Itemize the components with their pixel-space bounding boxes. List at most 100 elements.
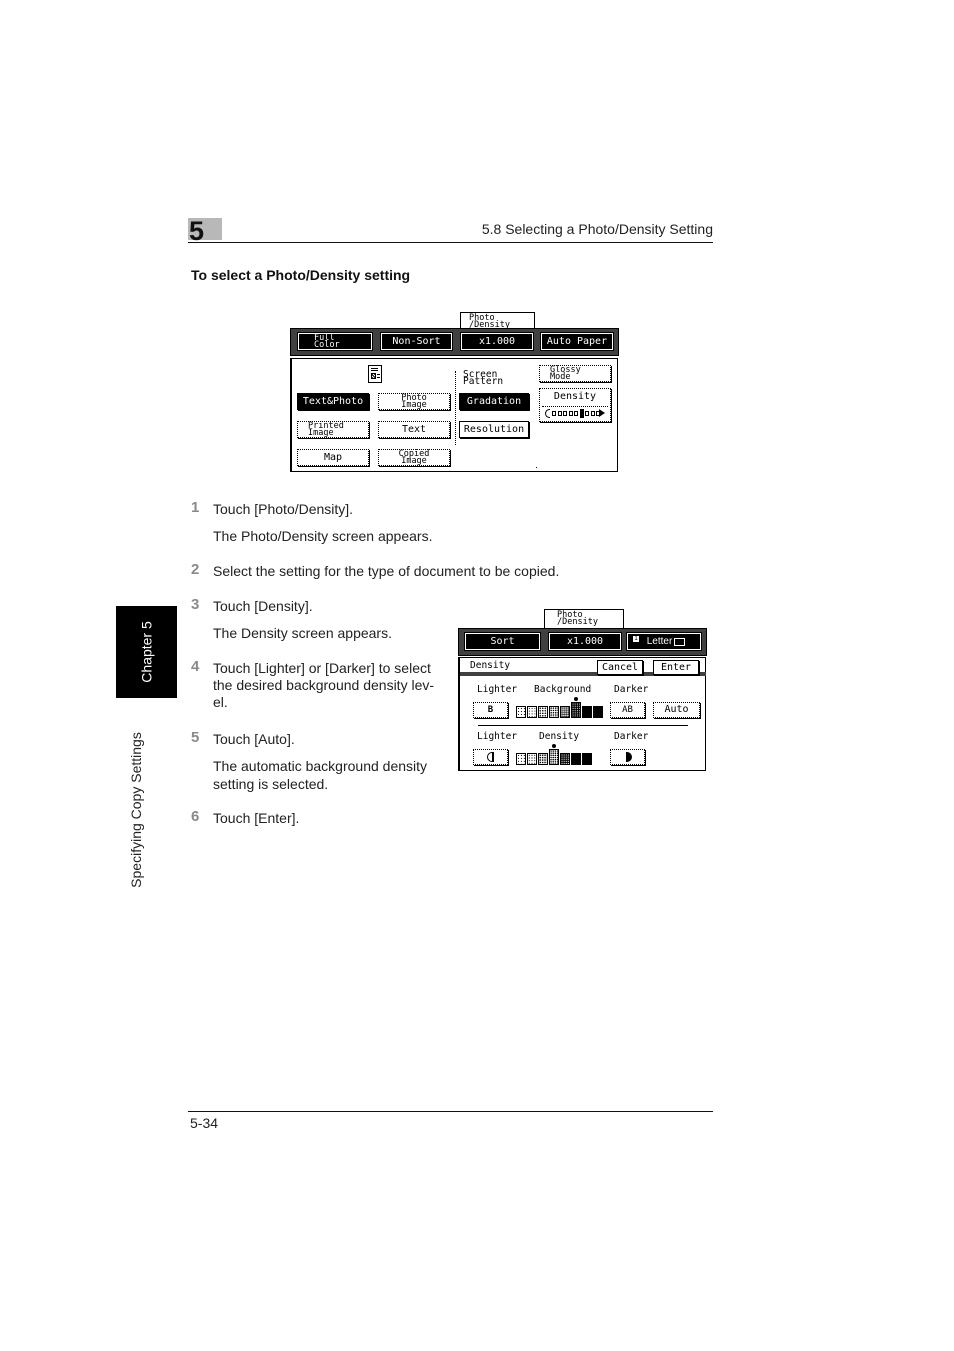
section-side-text: Specifying Copy Settings [128,732,145,888]
printed-image-button[interactable]: Printed Image [297,421,369,438]
step-5-text: Touch [Auto]. [213,731,295,747]
density-panel: Density Cancel Enter Lighter Background … [458,657,706,771]
density-step [552,411,556,416]
auto-paper-label: Auto Paper [546,335,608,347]
section-side-label: Specifying Copy Settings [116,715,196,905]
zoom-ratio-label-2: x1.000 [566,635,604,647]
step-4-number: 4 [191,658,200,675]
background-cell [593,706,603,718]
density-cell-current [549,749,559,765]
footer-rule [188,1111,713,1112]
resolution-label: Resolution [463,423,525,435]
map-button[interactable]: Map [297,449,369,466]
density-step [585,411,589,416]
background-cell [549,706,559,718]
density-cell [571,753,581,765]
density-level-indicator [545,409,607,418]
half-moon-light-icon [487,752,494,762]
background-cell [582,706,592,718]
bg-center-label: Background [534,684,592,695]
density-button-divider [542,406,608,407]
bg-lighter-label: Lighter [477,684,518,695]
bottom-dot [536,467,537,468]
step-4-line1: Touch [Lighter] or [Darker] to select [213,660,431,676]
gradation-label: Gradation [466,395,522,407]
section-heading: To select a Photo/Density setting [191,267,411,283]
density-cell [582,753,592,765]
density-level-indicator-2 [516,744,606,765]
chapter-tab-label: Chapter 5 [116,606,177,698]
density-step [590,411,595,416]
cancel-button[interactable]: Cancel [597,660,643,675]
glossy-mode-button[interactable]: Glossy Mode [539,365,611,382]
paper-letter-label: Letter [646,635,673,647]
step-4-line2: the desired background density lev- [213,677,435,693]
glossy-line2: Mode [550,371,571,382]
step-3-number: 3 [191,596,200,613]
full-color-line2: Color [314,339,340,350]
screen-pattern-label: Screen Pattern [463,370,504,387]
zoom-ratio-button-2[interactable]: x1.000 [548,632,622,651]
step-4-line3: el. [213,694,228,710]
density-screen-title: Density [470,660,511,671]
full-color-button[interactable]: Full Color [297,332,373,351]
density-cell [527,753,537,765]
row-divider [478,725,688,726]
step-5-note: The automatic background density setting… [213,757,427,793]
non-sort-label: Non-Sort [392,335,441,347]
step-4-text: Touch [Lighter] or [Darker] to select th… [213,660,434,711]
step-6-text: Touch [Enter]. [213,810,300,826]
bg-darker-glyph: AB [622,705,633,715]
step-3-text: Touch [Density]. [213,598,313,614]
bg-lighter-glyph: B [487,705,494,715]
background-cell-current [571,702,581,718]
half-moon-dark-icon [625,752,632,762]
resolution-button[interactable]: Resolution [459,421,529,438]
dens-lighter-button[interactable] [473,749,508,765]
enter-button[interactable]: Enter [653,660,699,675]
background-cell [516,706,526,718]
step-1-note: The Photo/Density screen appears. [213,528,433,544]
gradation-button[interactable]: Gradation [459,393,529,410]
screen-pattern-line2: Pattern [463,376,504,387]
text-photo-button[interactable]: Text&Photo [297,393,369,410]
step-1-number: 1 [191,499,200,516]
top-status-bar-2: Sort x1.000 1 Letter [458,628,707,656]
copied-image-line2: Image [401,455,427,466]
step-6-number: 6 [191,808,200,825]
text-photo-label: Text&Photo [302,395,364,407]
density-step [563,411,567,416]
photo-image-line2: Image [401,399,427,410]
density-button[interactable]: Density [539,388,611,422]
density-step [557,411,562,416]
chapter-tab-text: Chapter 5 [138,621,155,683]
tab-photo-density-2[interactable]: Photo /Density [544,609,624,628]
dens-darker-label: Darker [614,731,649,742]
auto-button[interactable]: Auto [653,702,700,718]
dens-darker-button[interactable] [610,749,645,765]
step-5-note-line1: The automatic background density [213,758,428,774]
background-level-dot [574,697,578,701]
bg-darker-button[interactable]: AB [610,702,645,718]
original-document-icon [368,365,382,383]
paper-letter-button[interactable]: 1 Letter [626,632,702,651]
dens-center-label: Density [539,731,580,742]
tab2-label-line2: /Density [557,617,598,627]
step-3-note: The Density screen appears. [213,625,392,641]
background-cell [527,706,537,718]
non-sort-button[interactable]: Non-Sort [380,332,453,351]
density-darker-arrow[interactable] [599,409,605,417]
zoom-ratio-button[interactable]: x1.000 [460,332,534,351]
density-screen: Photo /Density Sort x1.000 1 Letter Dens… [458,609,707,771]
bg-lighter-button[interactable]: B [473,702,508,718]
tab-photo-density[interactable]: Photo /Density [460,312,535,329]
density-step-current [579,409,584,418]
auto-paper-button[interactable]: Auto Paper [540,332,614,351]
photo-image-button[interactable]: Photo Image [378,393,450,410]
density-lighter-arrow[interactable] [545,409,550,418]
density-step [574,411,578,416]
step-1-text: Touch [Photo/Density]. [213,501,354,517]
text-button[interactable]: Text [378,421,450,438]
copied-image-button[interactable]: Copied Image [378,449,450,466]
sort-button[interactable]: Sort [464,632,541,651]
